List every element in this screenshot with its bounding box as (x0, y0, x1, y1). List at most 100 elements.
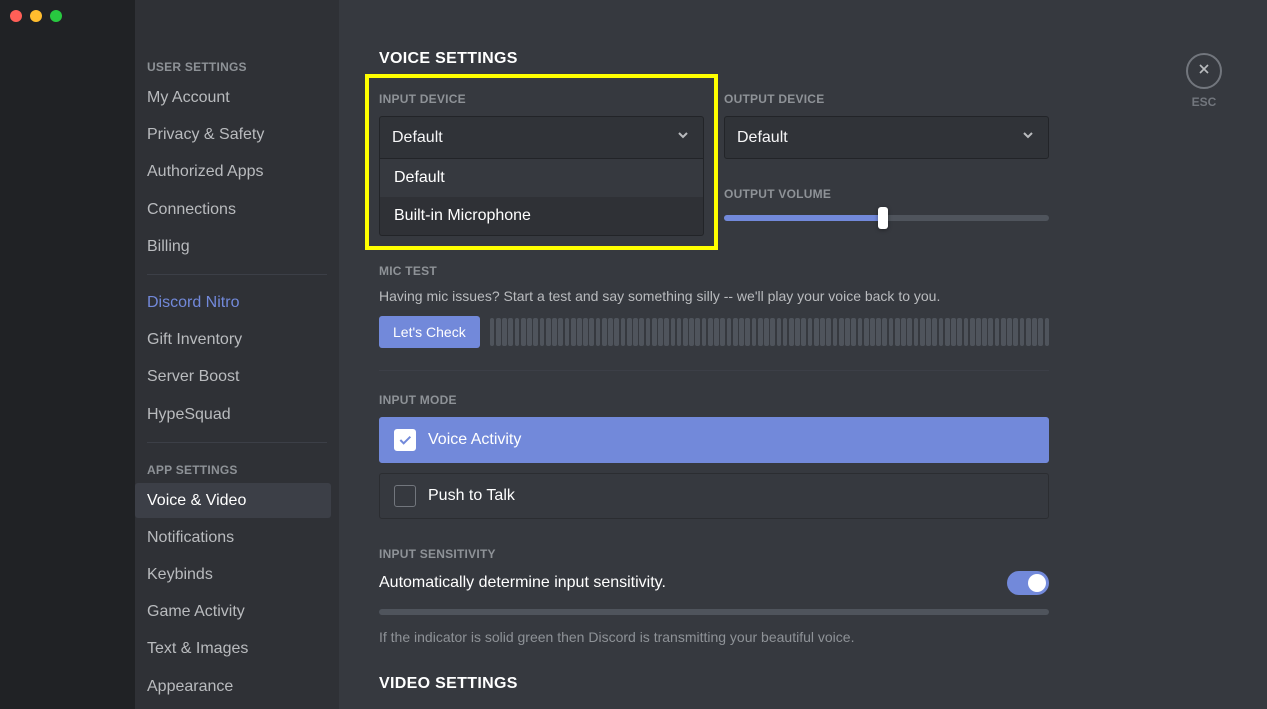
mic-bar (864, 318, 869, 346)
close-icon (1196, 61, 1212, 82)
mic-bar (939, 318, 944, 346)
sidebar-item-server-boost[interactable]: Server Boost (135, 359, 331, 394)
settings-sidebar: USER SETTINGS My Account Privacy & Safet… (135, 0, 339, 709)
mic-bar (982, 318, 987, 346)
mic-bar (964, 318, 969, 346)
mic-bar (496, 318, 501, 346)
sidebar-item-authorized-apps[interactable]: Authorized Apps (135, 154, 331, 189)
mic-bar (589, 318, 594, 346)
left-gutter (0, 0, 135, 709)
mic-bar (652, 318, 657, 346)
mic-bar (745, 318, 750, 346)
mic-bar (1032, 318, 1037, 346)
sidebar-header-app: APP SETTINGS (135, 453, 339, 483)
output-volume-slider[interactable] (724, 215, 1049, 221)
mic-bar (689, 318, 694, 346)
mic-bar (995, 318, 1000, 346)
input-mode-push-to-talk[interactable]: Push to Talk (379, 473, 1049, 519)
input-device-select[interactable]: Default (379, 116, 704, 159)
sidebar-item-nitro[interactable]: Discord Nitro (135, 285, 331, 320)
sidebar-item-voice-video[interactable]: Voice & Video (135, 483, 331, 518)
close-settings-button[interactable] (1186, 53, 1222, 89)
mic-bar (639, 318, 644, 346)
mic-bar (795, 318, 800, 346)
sidebar-item-privacy[interactable]: Privacy & Safety (135, 117, 331, 152)
sidebar-item-my-account[interactable]: My Account (135, 80, 331, 115)
toggle-knob (1028, 574, 1046, 592)
mic-bar (571, 318, 576, 346)
mic-bar (515, 318, 520, 346)
mic-bar (876, 318, 881, 346)
mic-bar (851, 318, 856, 346)
output-device-select[interactable]: Default (724, 116, 1049, 159)
sidebar-item-appearance[interactable]: Appearance (135, 669, 331, 704)
mic-bar (957, 318, 962, 346)
chevron-down-icon (1020, 127, 1036, 148)
input-sensitivity-label: INPUT SENSITIVITY (379, 547, 1049, 561)
window-traffic-lights[interactable] (10, 10, 62, 22)
mic-bar (764, 318, 769, 346)
dropdown-option-default[interactable]: Default (380, 159, 703, 197)
mic-bar (932, 318, 937, 346)
mic-bar (608, 318, 613, 346)
mic-bar (602, 318, 607, 346)
mic-bar (845, 318, 850, 346)
slider-fill (724, 215, 883, 221)
checkbox-icon (394, 485, 416, 507)
close-window-icon[interactable] (10, 10, 22, 22)
divider (379, 370, 1049, 371)
sensitivity-description: If the indicator is solid green then Dis… (379, 629, 1049, 645)
sidebar-item-keybinds[interactable]: Keybinds (135, 557, 331, 592)
sidebar-item-game-activity[interactable]: Game Activity (135, 594, 331, 629)
mic-bar (945, 318, 950, 346)
mic-bar (739, 318, 744, 346)
mic-bar (889, 318, 894, 346)
mic-bar (708, 318, 713, 346)
sidebar-item-text-images[interactable]: Text & Images (135, 631, 331, 666)
mic-bar (926, 318, 931, 346)
mic-bar (1020, 318, 1025, 346)
mic-test-button[interactable]: Let's Check (379, 316, 480, 348)
mic-bar (1038, 318, 1043, 346)
sidebar-item-notifications[interactable]: Notifications (135, 520, 331, 555)
output-device-value: Default (737, 129, 788, 147)
video-settings-title: VIDEO SETTINGS (379, 675, 1049, 693)
mic-bar (777, 318, 782, 346)
mic-bar (521, 318, 526, 346)
maximize-window-icon[interactable] (50, 10, 62, 22)
mic-bar (695, 318, 700, 346)
mic-bar (490, 318, 495, 346)
mic-bar (789, 318, 794, 346)
slider-thumb[interactable] (878, 207, 888, 229)
mode-label: Push to Talk (428, 487, 515, 505)
output-volume-label: OUTPUT VOLUME (724, 187, 1049, 201)
minimize-window-icon[interactable] (30, 10, 42, 22)
mic-bar (858, 318, 863, 346)
sidebar-header-user: USER SETTINGS (135, 50, 339, 80)
mic-bar (1045, 318, 1050, 346)
mic-test-label: MIC TEST (379, 264, 1049, 278)
dropdown-option-builtin-mic[interactable]: Built-in Microphone (380, 197, 703, 235)
mic-bar (914, 318, 919, 346)
mic-bar (895, 318, 900, 346)
mic-bar (976, 318, 981, 346)
input-mode-voice-activity[interactable]: Voice Activity (379, 417, 1049, 463)
sidebar-item-connections[interactable]: Connections (135, 192, 331, 227)
sidebar-item-gift-inventory[interactable]: Gift Inventory (135, 322, 331, 357)
sidebar-item-billing[interactable]: Billing (135, 229, 331, 264)
page-title: VOICE SETTINGS (379, 50, 1049, 68)
auto-sensitivity-text: Automatically determine input sensitivit… (379, 574, 666, 592)
input-device-dropdown: Default Built-in Microphone (379, 159, 704, 236)
mic-bar (671, 318, 676, 346)
auto-sensitivity-toggle[interactable] (1007, 571, 1049, 595)
sidebar-item-hypesquad[interactable]: HypeSquad (135, 397, 331, 432)
mic-bar (988, 318, 993, 346)
mic-bar (783, 318, 788, 346)
mic-bar (533, 318, 538, 346)
chevron-down-icon (675, 127, 691, 148)
mic-bar (733, 318, 738, 346)
mic-bar (527, 318, 532, 346)
mic-bar (552, 318, 557, 346)
mic-bar (627, 318, 632, 346)
mic-bar (1013, 318, 1018, 346)
